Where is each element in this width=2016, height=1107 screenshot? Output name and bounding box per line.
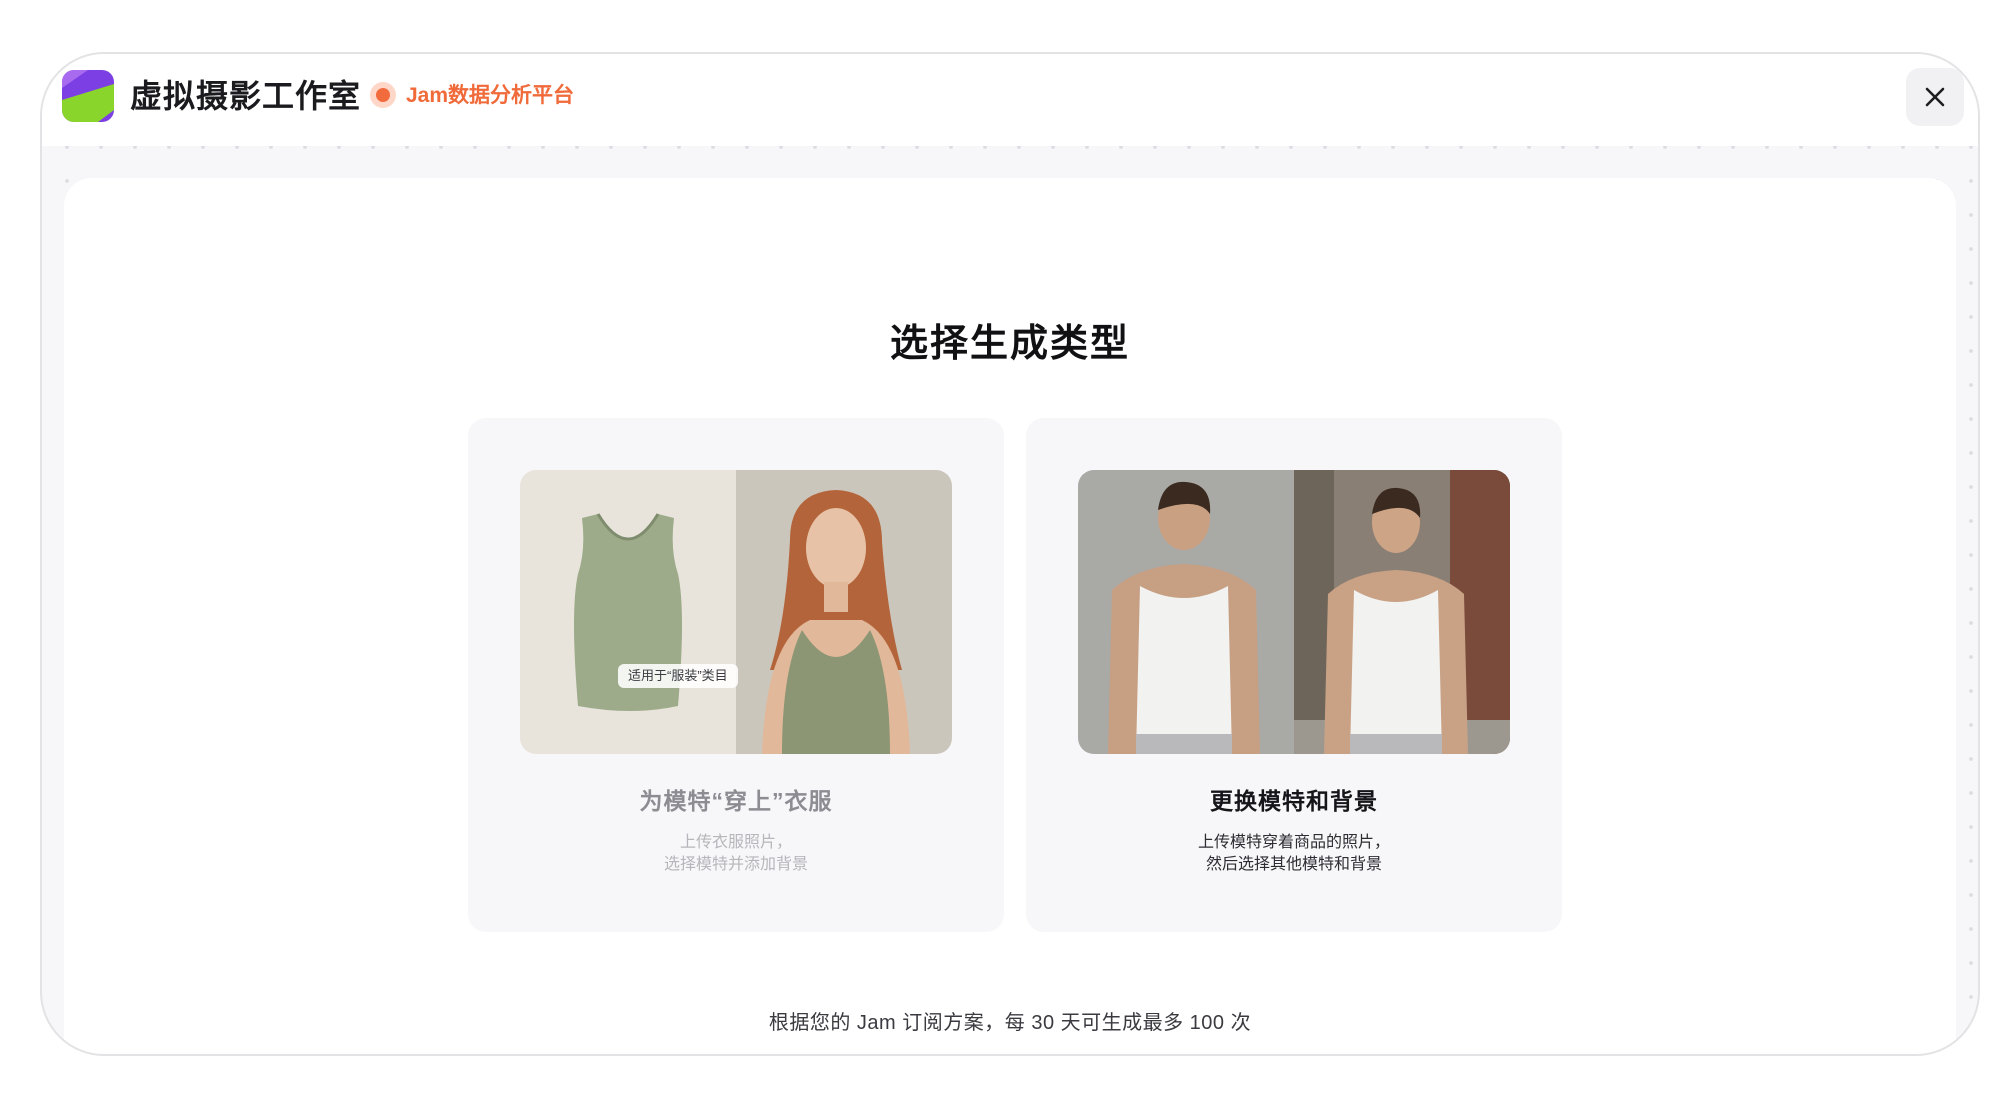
- app-logo-icon: [62, 70, 114, 122]
- card-description: 上传模特穿着商品的照片， 然后选择其他模特和背景: [1026, 832, 1562, 876]
- status-dot-icon: [370, 82, 396, 108]
- tank-top-model-image: [520, 470, 952, 754]
- close-button[interactable]: [1906, 68, 1964, 126]
- card-title: 为模特“穿上”衣服: [639, 788, 833, 814]
- title-bar: 虚拟摄影工作室 Jam数据分析平台: [42, 54, 1978, 146]
- page-title: 选择生成类型: [889, 323, 1130, 365]
- card-description-line: 上传模特穿着商品的照片，: [1197, 834, 1390, 851]
- app-title: 虚拟摄影工作室: [130, 78, 362, 114]
- card-description-line: 然后选择其他模特和背景: [1205, 856, 1382, 873]
- dress-model-card[interactable]: 适用于“服装”类目 为模特“穿上”衣服 上传衣服照片， 选择模特并添加背景: [468, 418, 1004, 932]
- close-icon: [1925, 87, 1945, 107]
- content-panel: 选择生成类型 适用于“服装”类目 为模特“穿上”衣服 上传衣服照片， 选择模特并…: [64, 178, 1956, 1054]
- card-description: 上传衣服照片， 选择模特并添加背景: [468, 832, 1004, 876]
- card-description-line: 选择模特并添加背景: [663, 856, 808, 873]
- male-model-swap-image: [1078, 470, 1510, 754]
- card-title: 更换模特和背景: [1210, 788, 1378, 814]
- platform-label: Jam数据分析平台: [406, 84, 575, 107]
- card-description-line: 上传衣服照片，: [679, 834, 792, 851]
- category-badge: 适用于“服装”类目: [618, 664, 738, 688]
- studio-window: 虚拟摄影工作室 Jam数据分析平台 选择生成类型 适用于“服装”类目 为模特“穿…: [40, 52, 1980, 1056]
- usage-limit-note: 根据您的 Jam 订阅方案，每 30 天可生成最多 100 次: [768, 1012, 1252, 1034]
- swap-model-card[interactable]: 更换模特和背景 上传模特穿着商品的照片， 然后选择其他模特和背景: [1026, 418, 1562, 932]
